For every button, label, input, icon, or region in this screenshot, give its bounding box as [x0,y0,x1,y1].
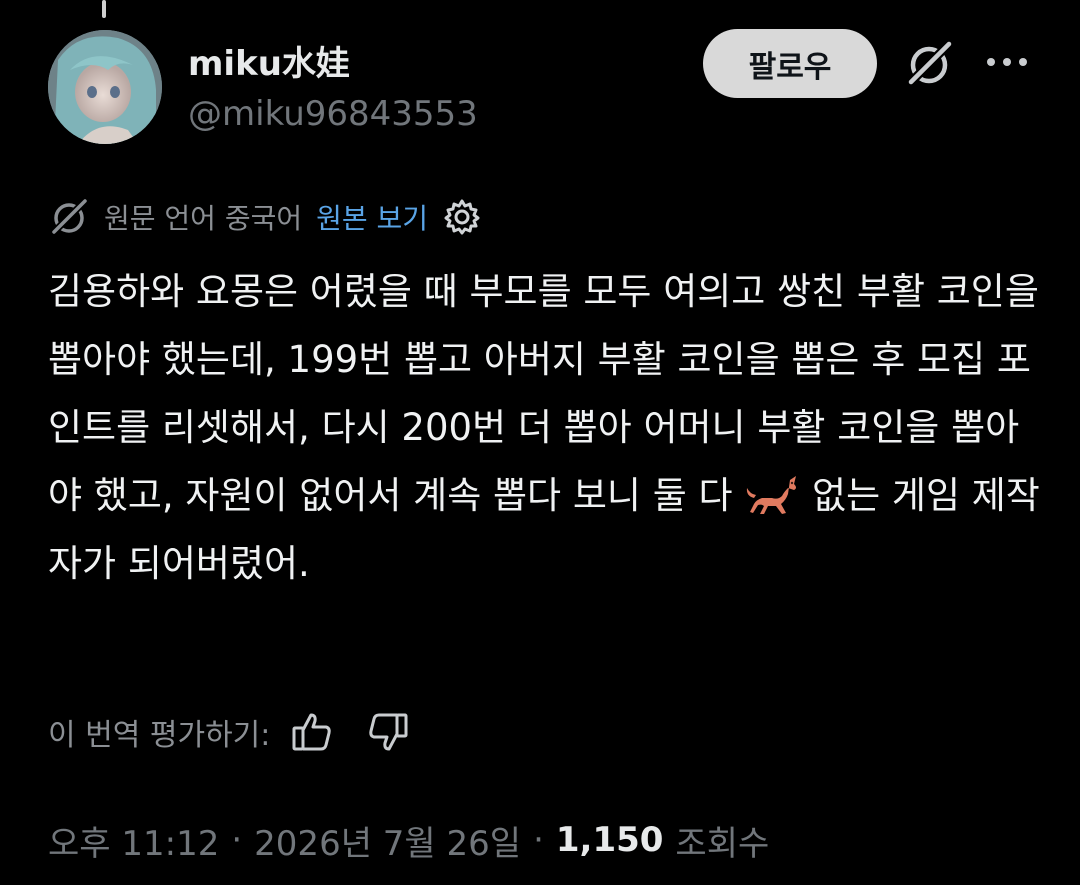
user-handle[interactable]: @miku96843553 [188,94,478,134]
gear-icon[interactable] [442,197,482,237]
show-original-link[interactable]: 원본 보기 [316,197,428,237]
tweet-meta: 오후 11:12 · 2026년 7월 26일 · 1,150 조회수 [48,814,769,866]
avatar-image [48,30,162,144]
grok-slash-circle-icon[interactable] [903,38,955,90]
follow-button[interactable]: 팔로우 [703,29,877,98]
grok-translate-icon [50,198,88,236]
rate-translation-row: 이 번역 평가하기: [48,706,442,758]
tweet-date[interactable]: 2026년 7월 26일 [254,816,521,865]
source-language-text: 원문 언어 중국어 [104,202,303,235]
views-count[interactable]: 1,150 [556,820,664,860]
tweet-text: 김용하와 요몽은 어렸을 때 부모를 모두 여의고 쌍친 부활 코인을 뽑아야 … [48,258,1048,598]
tweet-time[interactable]: 오후 11:12 [48,816,219,865]
rate-translation-label: 이 번역 평가하기: [48,718,271,753]
thread-connector-line [102,0,106,18]
avatar[interactable] [48,30,162,144]
meta-separator: · [533,820,544,860]
views-label: 조회수 [675,823,770,864]
thumbs-up-icon[interactable] [290,710,334,754]
more-dots-icon[interactable] [985,52,1029,72]
thumbs-down-icon[interactable] [366,710,410,754]
meta-separator: · [231,820,243,860]
horse-emoji [747,476,797,514]
translation-bar: 원문 언어 중국어 원본 보기 [48,194,482,240]
display-name[interactable]: miku水娃 [188,36,350,85]
